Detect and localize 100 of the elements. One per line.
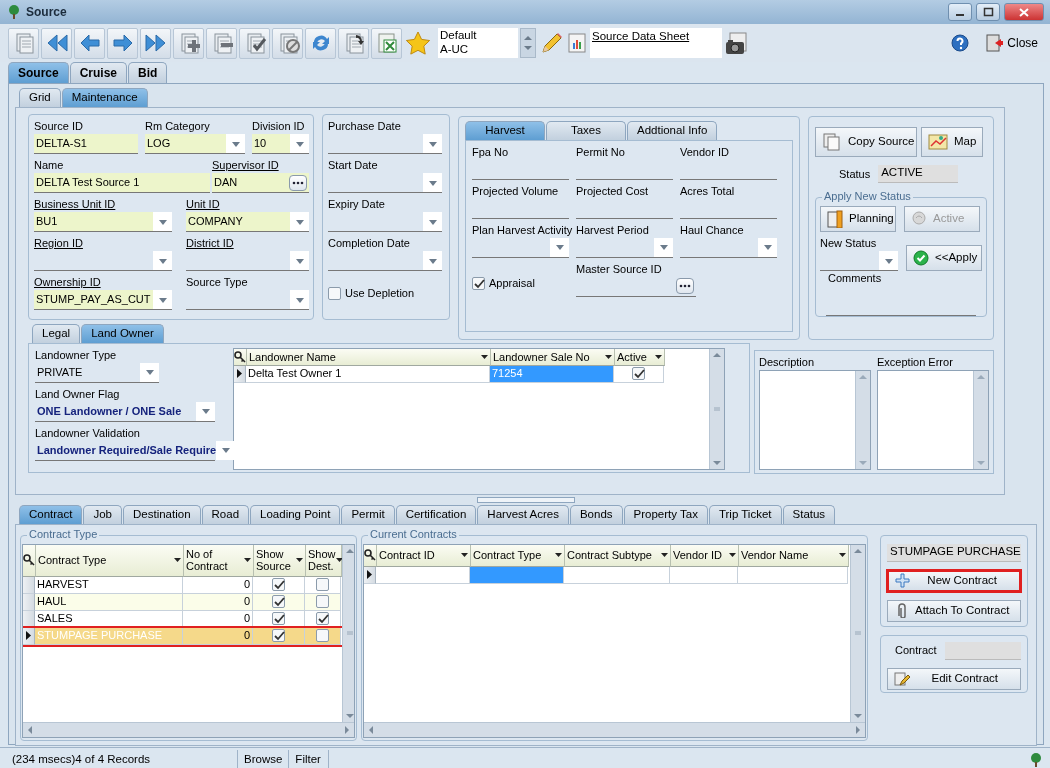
dropdown-field[interactable]: 10 <box>252 134 309 155</box>
next-button[interactable] <box>107 27 138 59</box>
tab[interactable]: Bonds <box>569 505 623 524</box>
dropdown-button[interactable] <box>226 134 245 154</box>
sort-caret-icon[interactable] <box>555 553 562 558</box>
sort-caret-icon[interactable] <box>605 355 612 359</box>
tab[interactable]: Loading Point <box>250 505 341 524</box>
tab[interactable]: Harvest Acres <box>477 505 569 524</box>
tab[interactable]: Contract <box>19 505 83 524</box>
text-area[interactable] <box>877 370 989 470</box>
dropdown-button[interactable] <box>290 251 309 271</box>
dropdown-button[interactable] <box>290 134 309 154</box>
tab[interactable]: Property Tax <box>623 505 708 524</box>
column-header[interactable]: Contract Type <box>471 545 565 567</box>
camera-icon[interactable] <box>724 31 748 55</box>
scroll-down-icon[interactable] <box>712 459 722 467</box>
column-header[interactable]: Contract ID <box>377 545 471 567</box>
column-header[interactable]: Contract Type <box>36 545 184 577</box>
dropdown-field[interactable] <box>328 251 442 272</box>
checkbox[interactable] <box>316 595 329 609</box>
last-button[interactable] <box>140 27 171 59</box>
dropdown-button[interactable] <box>423 134 442 154</box>
scroll-up-icon[interactable] <box>853 547 863 555</box>
tab[interactable]: Taxes <box>546 121 626 140</box>
dropdown-button[interactable] <box>423 212 442 232</box>
horizontal-scrollbar[interactable] <box>364 722 865 737</box>
dropdown-field[interactable]: PRIVATE <box>35 363 159 383</box>
cancel-button[interactable] <box>272 27 303 59</box>
sort-caret-icon[interactable] <box>174 558 181 563</box>
export-button[interactable] <box>338 27 369 59</box>
close-button[interactable] <box>1004 3 1044 21</box>
column-header[interactable]: Show Dest. <box>306 545 342 577</box>
field-link[interactable]: District ID <box>186 236 309 252</box>
scroll-left-icon[interactable] <box>26 725 34 735</box>
column-header[interactable]: Show Source <box>254 545 306 577</box>
tab[interactable]: Grid <box>19 88 61 108</box>
dropdown-field[interactable]: Landowner Required/Sale Require <box>35 441 215 461</box>
field-link[interactable]: Supervisor ID <box>212 158 309 174</box>
dropdown-field[interactable] <box>328 134 442 155</box>
checkbox[interactable] <box>272 612 285 626</box>
checkbox[interactable] <box>632 367 645 381</box>
input-field[interactable]: DELTA-S1 <box>34 134 138 155</box>
dropdown-field[interactable]: STUMP_PAY_AS_CUT <box>34 290 172 311</box>
exit-button[interactable]: Close <box>985 34 1038 52</box>
tab[interactable]: Cruise <box>69 62 128 84</box>
edit-contract-button[interactable]: Edit Contract <box>887 668 1021 690</box>
field-link[interactable]: Business Unit ID <box>34 197 172 213</box>
highlighted-row[interactable]: STUMPAGE PURCHASE 0 <box>23 628 342 645</box>
attach-button[interactable]: Attach To Contract <box>887 600 1021 622</box>
scroll-right-icon[interactable] <box>343 725 351 735</box>
tab[interactable]: Permit <box>341 505 395 524</box>
scroll-left-icon[interactable] <box>367 725 375 735</box>
report-icon[interactable] <box>566 31 588 55</box>
vertical-scrollbar[interactable] <box>342 545 354 722</box>
scroll-right-icon[interactable] <box>854 725 862 735</box>
vertical-scrollbar[interactable] <box>850 545 865 722</box>
scroll-grip-icon[interactable] <box>346 631 354 636</box>
map-button[interactable]: Map <box>921 127 984 158</box>
scroll-grip-icon[interactable] <box>854 631 862 636</box>
dropdown-field[interactable] <box>186 251 309 272</box>
checkbox[interactable] <box>272 578 285 592</box>
help-icon[interactable] <box>951 34 970 52</box>
tab[interactable]: Bid <box>128 62 168 84</box>
dropdown-button[interactable] <box>550 238 569 257</box>
dropdown-button[interactable] <box>290 212 309 232</box>
field-link[interactable]: Ownership ID <box>34 275 172 291</box>
dropdown-button[interactable] <box>879 251 898 271</box>
tab[interactable]: Job <box>83 505 122 524</box>
scroll-down-icon[interactable] <box>853 712 863 720</box>
dropdown-field[interactable]: ONE Landowner / ONE Sale <box>35 402 215 422</box>
dropdown-field[interactable] <box>186 290 309 311</box>
sort-caret-icon[interactable] <box>661 553 668 558</box>
sort-caret-icon[interactable] <box>729 553 736 558</box>
minimize-button[interactable] <box>948 3 972 21</box>
dropdown-button[interactable] <box>216 441 236 460</box>
column-header[interactable]: Landowner Sale No <box>491 349 615 366</box>
scroll-down-icon[interactable] <box>345 712 354 720</box>
vertical-scrollbar[interactable] <box>709 349 724 469</box>
checkbox[interactable] <box>272 595 285 609</box>
sort-caret-icon[interactable] <box>655 355 662 359</box>
planning-button[interactable]: Planning <box>820 206 896 233</box>
input-field[interactable]: DELTA Test Source 1 <box>34 173 210 194</box>
scroll-up-icon[interactable] <box>712 351 722 359</box>
column-header[interactable]: Active <box>615 349 665 366</box>
apply-button[interactable]: <<Apply <box>906 245 982 272</box>
checkbox[interactable] <box>328 287 341 301</box>
horizontal-scrollbar[interactable] <box>23 722 354 737</box>
tab[interactable]: Maintenance <box>61 88 148 108</box>
row-header[interactable] <box>23 628 35 645</box>
dropdown-field[interactable] <box>680 238 777 258</box>
dropdown-button[interactable] <box>423 251 442 271</box>
delete-button[interactable] <box>206 27 237 59</box>
dropdown-field[interactable]: BU1 <box>34 212 172 233</box>
checkbox[interactable] <box>316 629 329 643</box>
dropdown-button[interactable] <box>758 238 777 257</box>
star-icon[interactable] <box>404 30 432 56</box>
spin-button[interactable] <box>520 28 536 58</box>
copy-button[interactable]: Copy Source <box>815 127 917 158</box>
dropdown-field[interactable] <box>328 173 442 194</box>
tab[interactable]: Destination <box>123 505 201 524</box>
